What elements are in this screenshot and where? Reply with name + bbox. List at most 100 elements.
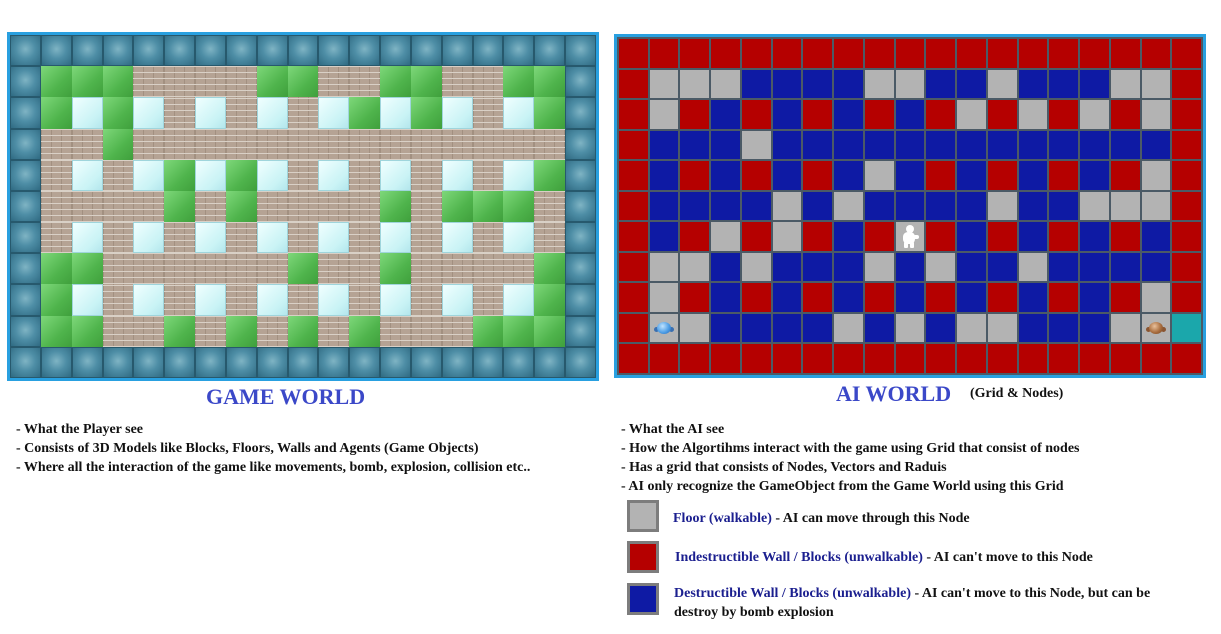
destructible-node <box>834 161 863 190</box>
outer-wall-tile <box>380 346 411 378</box>
grass-tile <box>164 315 196 347</box>
game-world-bullet: - What the Player see <box>16 422 144 437</box>
outer-wall-tile <box>164 35 196 67</box>
destructible-node <box>864 130 894 160</box>
indestructible-node <box>1018 344 1048 373</box>
destructible-node <box>957 191 986 221</box>
destructible-node <box>1049 191 1079 221</box>
destructible-node <box>772 69 802 99</box>
destructible-node <box>711 283 740 312</box>
floor-node <box>1141 313 1171 343</box>
outer-wall-tile <box>565 66 596 98</box>
destructible-node <box>895 130 925 160</box>
brick-floor-tile <box>410 284 442 316</box>
floor-node <box>895 313 925 343</box>
legend-desc-continued: destroy by bomb explosion <box>674 605 834 620</box>
destructible-node <box>1080 69 1109 99</box>
brick-floor-tile <box>164 128 196 160</box>
brick-floor-tile <box>195 128 226 160</box>
indestructible-node <box>834 344 863 373</box>
brick-floor-tile <box>472 97 504 129</box>
indestructible-node <box>619 283 648 312</box>
grass-tile <box>40 66 72 98</box>
outer-wall-tile <box>349 346 381 378</box>
outer-wall-tile <box>534 346 566 378</box>
floor-node <box>987 69 1017 99</box>
destructible-node <box>772 313 802 343</box>
brick-floor-tile <box>256 128 288 160</box>
indestructible-node <box>803 100 833 129</box>
grass-tile <box>349 315 381 347</box>
grass-tile <box>71 315 103 347</box>
floor-node <box>864 161 894 190</box>
legend-indestructible-text: Indestructible Wall / Blocks (unwalkable… <box>675 548 1093 567</box>
outer-wall-tile <box>256 35 288 67</box>
legend-floor-text: Floor (walkable) - AI can move through t… <box>673 509 970 528</box>
brick-floor-tile <box>287 128 319 160</box>
brick-floor-tile <box>133 128 165 160</box>
brick-floor-tile <box>441 66 473 98</box>
destructible-node <box>1110 130 1140 160</box>
indestructible-node <box>1080 344 1109 373</box>
brick-floor-tile <box>40 159 72 191</box>
grass-tile <box>225 315 257 347</box>
brick-floor-tile <box>349 284 381 316</box>
destructible-node <box>834 222 863 251</box>
block-tile <box>256 97 288 129</box>
indestructible-node <box>1172 69 1201 99</box>
brick-floor-tile <box>349 222 381 254</box>
outer-wall-tile <box>565 97 596 129</box>
brick-floor-tile <box>133 315 165 347</box>
brown-agent-icon <box>1145 320 1166 336</box>
brick-floor-tile <box>133 190 165 223</box>
floor-node <box>649 313 679 343</box>
brick-floor-tile <box>40 128 72 160</box>
grass-tile <box>40 315 72 347</box>
destructible-node <box>957 252 986 282</box>
brick-floor-tile <box>318 66 350 98</box>
legend-term: Indestructible Wall / Blocks (unwalkable… <box>675 550 923 565</box>
brick-floor-tile <box>349 190 381 223</box>
grass-tile <box>287 253 319 285</box>
destructible-node <box>711 130 740 160</box>
indestructible-node <box>864 283 894 312</box>
destructible-node <box>926 130 956 160</box>
legend-term: Destructible Wall / Blocks (unwalkable) <box>674 586 911 601</box>
brick-floor-tile <box>349 66 381 98</box>
block-tile <box>133 222 165 254</box>
brick-floor-tile <box>380 128 411 160</box>
outer-wall-tile <box>164 346 196 378</box>
indestructible-node <box>864 39 894 68</box>
legend-desc: - AI can move through this Node <box>771 511 970 526</box>
indestructible-node <box>1049 222 1079 251</box>
outer-wall-tile <box>565 222 596 254</box>
indestructible-node <box>680 100 710 129</box>
destructible-swatch <box>627 583 659 615</box>
destructible-node <box>1110 252 1140 282</box>
brick-floor-tile <box>164 66 196 98</box>
outer-wall-tile <box>349 35 381 67</box>
outer-wall-tile <box>71 346 103 378</box>
brick-floor-tile <box>534 190 566 223</box>
brick-floor-tile <box>102 190 134 223</box>
ai-node-grid <box>617 37 1203 375</box>
brick-floor-tile <box>225 66 257 98</box>
floor-node <box>1080 191 1109 221</box>
block-tile <box>441 284 473 316</box>
indestructible-node <box>987 344 1017 373</box>
outer-wall-tile <box>102 346 134 378</box>
brick-floor-tile <box>287 284 319 316</box>
destructible-node <box>864 313 894 343</box>
destructible-node <box>864 191 894 221</box>
destructible-node <box>1018 313 1048 343</box>
brick-floor-tile <box>410 253 442 285</box>
outer-wall-tile <box>565 35 596 67</box>
block-tile <box>380 222 411 254</box>
brick-floor-tile <box>441 253 473 285</box>
destructible-node <box>741 313 771 343</box>
block-tile <box>503 284 535 316</box>
grass-tile <box>40 284 72 316</box>
floor-node <box>864 69 894 99</box>
floor-node <box>649 69 679 99</box>
brick-floor-tile <box>287 190 319 223</box>
